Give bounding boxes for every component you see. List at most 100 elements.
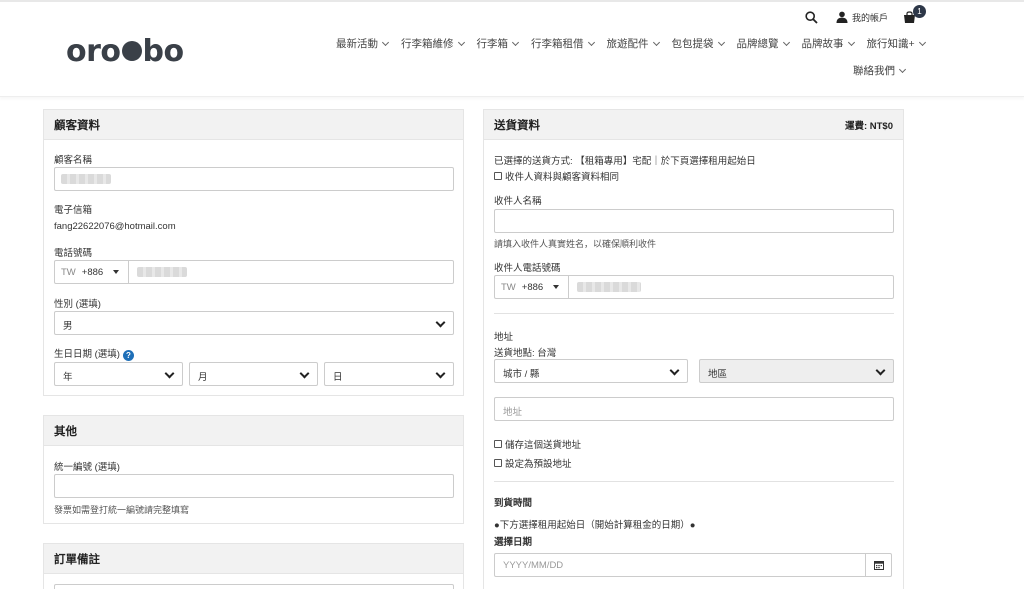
recipient-name-label: 收件人名稱: [494, 196, 542, 207]
chevron-down-icon: [898, 65, 907, 73]
recipient-phone-label: 收件人電話號碼: [494, 263, 561, 274]
nav-label: 最新活動: [336, 38, 378, 50]
divider: [494, 481, 894, 482]
checkbox-box[interactable]: [494, 172, 502, 180]
year-value: 年: [63, 372, 73, 383]
top-border: [0, 0, 1024, 2]
nav-label: 旅遊配件: [606, 38, 649, 50]
logo[interactable]: oro bo: [66, 34, 184, 69]
nav-label: 行李箱租借: [531, 38, 584, 50]
shipping-method-text: 已選擇的送貨方式: 【租箱專用】宅配｜於下頁選擇租用起始日: [494, 156, 756, 167]
city-select[interactable]: 城市 / 縣: [494, 359, 688, 383]
birth-year-select[interactable]: 年: [54, 362, 183, 386]
district-select[interactable]: 地區: [699, 359, 894, 383]
help-icon[interactable]: ?: [122, 350, 134, 361]
gender-select[interactable]: 男: [54, 311, 454, 335]
notes-panel: 訂單備註: [43, 543, 464, 589]
date-input[interactable]: YYYY/MM/DD: [494, 553, 892, 577]
nav-item-story[interactable]: 品牌故事: [802, 36, 856, 51]
district-value: 地區: [708, 369, 728, 380]
address-input[interactable]: 地址: [494, 397, 894, 421]
other-panel-header: 其他: [44, 416, 463, 446]
birth-day-select[interactable]: 日: [324, 362, 454, 386]
nav-item-knowledge[interactable]: 旅行知識+: [867, 36, 927, 51]
notes-panel-header: 訂單備註: [44, 544, 463, 574]
order-notes-field[interactable]: [54, 584, 454, 589]
gender-value: 男: [63, 321, 73, 332]
chevron-down-icon: [875, 365, 886, 376]
chevron-down-icon: [717, 38, 725, 46]
recipient-name-field[interactable]: [494, 209, 894, 233]
customer-name-label: 顧客名稱: [54, 155, 93, 166]
dial-code: +886: [81, 266, 104, 278]
phone-field[interactable]: TW +886: [54, 260, 454, 284]
nav-label: 包包提袋: [671, 38, 714, 50]
address-placeholder: 地址: [503, 407, 523, 418]
chevron-down-icon: [381, 38, 390, 46]
panel-title: 送貨資料: [494, 119, 540, 132]
panel-title: 其他: [54, 425, 77, 438]
day-value: 日: [333, 372, 343, 383]
chevron-down-icon: [299, 368, 310, 379]
nav-label: 品牌故事: [801, 38, 844, 50]
nav-item-luggage[interactable]: 行李箱: [477, 36, 521, 51]
chevron-down-icon: [587, 38, 595, 46]
checkbox-label: 設定為預設地址: [505, 459, 572, 470]
chevron-down-icon: [457, 38, 465, 46]
birthday-label: 生日日期 (選填)?: [54, 346, 134, 361]
tax-id-label: 統一編號 (選填): [54, 462, 120, 473]
chevron-down-icon: [652, 38, 660, 46]
customer-name-field[interactable]: [54, 167, 454, 191]
chevron-down-icon: [435, 317, 446, 328]
caret-down-icon: [113, 270, 120, 274]
phone-label: 電話號碼: [54, 248, 93, 259]
recipient-phone-field[interactable]: TW +886: [494, 275, 894, 299]
shipping-fee: 運費: NT$0: [844, 120, 893, 132]
delivery-panel: 送貨資料 運費: NT$0 已選擇的送貨方式: 【租箱專用】宅配｜於下頁選擇租用…: [483, 109, 904, 589]
birth-month-select[interactable]: 月: [189, 362, 318, 386]
chevron-down-icon: [164, 368, 175, 379]
user-icon: [836, 11, 848, 23]
nav-item-events[interactable]: 最新活動: [336, 36, 390, 51]
nav-label: 行李箱維修: [401, 38, 454, 50]
nav-item-accessories[interactable]: 旅遊配件: [607, 36, 661, 51]
cart-count-badge: 1: [913, 5, 926, 18]
calendar-icon: [873, 561, 884, 570]
set-default-checkbox[interactable]: 設定為預設地址: [494, 456, 572, 470]
nav-label: 品牌總覽: [736, 38, 779, 50]
recipient-name-hint: 請填入收件人真實姓名，以確保順利收件: [494, 239, 657, 249]
nav-item-brands[interactable]: 品牌總覽: [737, 36, 791, 51]
cart-button[interactable]: 1: [903, 5, 926, 26]
nav-item-bags[interactable]: 包包提袋: [672, 36, 726, 51]
calendar-button[interactable]: [865, 554, 891, 576]
chevron-down-icon: [847, 38, 855, 46]
panel-title: 訂單備註: [54, 553, 100, 566]
panel-title: 顧客資料: [54, 119, 100, 132]
chevron-down-icon: [669, 365, 680, 376]
nav-label: 旅行知識+: [866, 38, 915, 50]
logo-dot-icon: [121, 41, 142, 61]
main-nav: 最新活動 行李箱維修 行李箱 行李箱租借 旅遊配件 包包提袋 品牌總覽 品牌故事…: [336, 36, 927, 51]
save-address-checkbox[interactable]: 儲存這個送貨地址: [494, 437, 581, 451]
site-header: oro bo 我的帳戶 1 最新活動 行李箱維修 行李箱 行李箱租借 旅遊配件 包…: [0, 0, 1024, 97]
month-value: 月: [198, 372, 208, 383]
nav-item-repair[interactable]: 行李箱維修: [401, 36, 466, 51]
tax-id-hint: 發票如需登打統一編號請完整填寫: [54, 505, 190, 515]
chevron-down-icon: [918, 38, 926, 46]
search-icon[interactable]: [805, 8, 818, 26]
checkbox-box[interactable]: [494, 440, 502, 448]
checkbox-box[interactable]: [494, 459, 502, 467]
nav-item-contact[interactable]: 聯絡我們: [853, 63, 907, 78]
country-code-select[interactable]: TW +886: [495, 276, 569, 298]
customer-panel: 顧客資料 顧客名稱 電子信箱 fang22622076@hotmail.com …: [43, 109, 464, 396]
same-as-customer-checkbox[interactable]: 收件人資料與顧客資料相同: [494, 169, 619, 183]
tax-id-field[interactable]: [54, 474, 454, 498]
account-link[interactable]: 我的帳戶: [836, 8, 888, 26]
nav-item-rental[interactable]: 行李箱租借: [531, 36, 596, 51]
chevron-down-icon: [511, 38, 520, 46]
country-code-select[interactable]: TW +886: [55, 261, 129, 283]
chevron-down-icon: [435, 368, 446, 379]
address-label: 地址: [494, 332, 514, 343]
customer-panel-header: 顧客資料: [44, 110, 463, 140]
region-text: 送貨地點: 台灣: [494, 348, 557, 359]
